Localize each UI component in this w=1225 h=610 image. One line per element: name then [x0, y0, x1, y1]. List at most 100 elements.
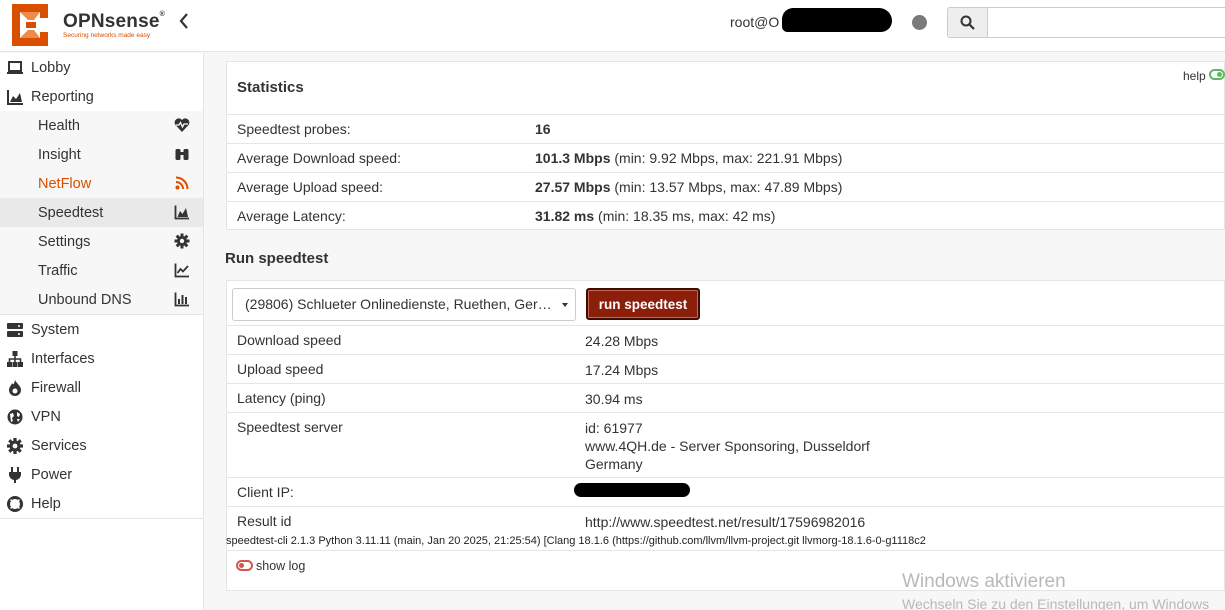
server-select[interactable]: (29806) Schlueter Onlinedienste, Ruethen…: [232, 288, 576, 321]
stats-row: Average Upload speed: 27.57 Mbps (min: 1…: [227, 172, 1225, 201]
search-input[interactable]: [987, 7, 1225, 38]
stats-key: Average Latency:: [237, 208, 346, 224]
sidebar-item-traffic[interactable]: Traffic: [0, 256, 203, 285]
stats-row: Average Latency: 31.82 ms (min: 18.35 ms…: [227, 201, 1225, 230]
stats-key: Average Download speed:: [237, 150, 401, 166]
help-toggle[interactable]: [1209, 69, 1225, 80]
fire-icon: [9, 380, 21, 396]
user-menu[interactable]: root@O: [730, 14, 779, 30]
result-key: Result id: [237, 513, 292, 529]
sidebar-item-label: Speedtest: [38, 204, 104, 221]
sidebar-item-speedtest[interactable]: Speedtest: [0, 198, 203, 227]
opnsense-logo[interactable]: [6, 2, 54, 48]
result-row: Upload speed 17.24 Mbps: [227, 354, 1225, 383]
show-log-toggle[interactable]: [236, 560, 253, 571]
cogs-icon: [7, 438, 23, 454]
sidebar-item-label: Power: [31, 466, 73, 483]
result-row: Result id http://www.speedtest.net/resul…: [227, 506, 1225, 535]
globe-icon: [7, 409, 23, 425]
redaction-mark: [574, 483, 690, 497]
sidebar-collapse-button[interactable]: [178, 12, 190, 36]
sidebar-item-label: Insight: [38, 146, 81, 163]
stats-key: Speedtest probes:: [237, 121, 351, 137]
result-key: Speedtest server: [237, 419, 343, 435]
result-value: 17.24 Mbps: [585, 362, 659, 378]
area-chart-icon: [7, 90, 23, 105]
result-value: 30.94 ms: [585, 391, 643, 407]
chevron-left-icon: [179, 13, 188, 29]
sidebar-item-help[interactable]: Help: [0, 489, 203, 518]
line-chart-icon: [174, 263, 189, 278]
result-link[interactable]: http://www.speedtest.net/result/17596982…: [585, 513, 865, 531]
sidebar-item-netflow[interactable]: NetFlow: [0, 169, 203, 198]
sidebar-item-vpn[interactable]: VPN: [0, 402, 203, 431]
windows-watermark-text: Wechseln Sie zu den Einstellungen, um Wi…: [902, 596, 1210, 610]
plug-icon: [9, 467, 21, 483]
sidebar-item-system[interactable]: System: [0, 315, 203, 344]
life-ring-icon: [7, 496, 23, 512]
gear-icon: [174, 233, 190, 249]
sidebar-item-label: System: [31, 321, 80, 338]
sidebar-item-interfaces[interactable]: Interfaces: [0, 344, 203, 373]
result-key: Download speed: [237, 332, 342, 348]
result-key: Latency (ping): [237, 390, 326, 406]
stats-value: 27.57 Mbps (min: 13.57 Mbps, max: 47.89 …: [535, 179, 843, 195]
sidebar-item-label: Lobby: [31, 59, 71, 76]
brand-name: OPNsense®: [63, 11, 166, 32]
sidebar-item-label: Interfaces: [31, 350, 95, 367]
statistics-title: Statistics: [237, 79, 304, 96]
sidebar-divider: [0, 518, 204, 519]
log-row: show log: [226, 550, 1225, 580]
sidebar-item-label: VPN: [31, 408, 61, 425]
result-row: Speedtest server id: 61977 www.4QH.de - …: [227, 412, 1225, 477]
help-label: help: [1183, 69, 1206, 83]
sidebar-item-services[interactable]: Services: [0, 431, 203, 460]
sidebar-item-label: NetFlow: [38, 175, 92, 192]
brand-tagline: Securing networks made easy: [63, 32, 151, 39]
stats-value: 31.82 ms (min: 18.35 ms, max: 42 ms): [535, 208, 776, 224]
result-key: Client IP:: [237, 484, 294, 500]
sidebar-item-unbound-dns[interactable]: Unbound DNS: [0, 285, 203, 314]
result-row: Latency (ping) 30.94 ms: [227, 383, 1225, 412]
server-country: Germany: [585, 456, 643, 472]
bar-chart-icon: [174, 292, 189, 307]
heartbeat-icon: [174, 118, 190, 132]
sidebar-item-label: Help: [31, 495, 61, 512]
sidebar-item-label: Health: [38, 117, 80, 134]
status-indicator[interactable]: [912, 15, 927, 30]
sidebar-item-power[interactable]: Power: [0, 460, 203, 489]
server-id: id: 61977: [585, 420, 643, 436]
sitemap-icon: [7, 351, 23, 367]
sidebar-item-label: Firewall: [31, 379, 81, 396]
sidebar-item-lobby[interactable]: Lobby: [0, 53, 203, 82]
result-row: Download speed 24.28 Mbps: [227, 325, 1225, 354]
server-select-value: (29806) Schlueter Onlinedienste, Ruethen…: [245, 296, 552, 312]
area-chart-icon: [174, 205, 189, 220]
sidebar-item-firewall[interactable]: Firewall: [0, 373, 203, 402]
laptop-icon: [7, 61, 23, 74]
stats-key: Average Upload speed:: [237, 179, 384, 195]
windows-watermark-title: Windows aktivieren: [902, 571, 1066, 592]
sidebar-item-settings[interactable]: Settings: [0, 227, 203, 256]
search-button[interactable]: [947, 7, 988, 38]
result-row: Client IP:: [227, 477, 1225, 506]
sidebar-item-insight[interactable]: Insight: [0, 140, 203, 169]
run-speedtest-title: Run speedtest: [225, 250, 329, 267]
show-log-label: show log: [256, 559, 306, 573]
run-speedtest-button[interactable]: run speedtest: [586, 288, 700, 320]
sidebar-item-reporting[interactable]: Reporting: [0, 82, 203, 111]
statistics-panel: Statistics Speedtest probes: 16 Average …: [226, 61, 1225, 230]
stats-row: Speedtest probes: 16: [227, 114, 1225, 143]
server-icon: [7, 323, 23, 337]
top-bar: OPNsense® Securing networks made easy ro…: [0, 0, 1225, 52]
sidebar-item-label: Services: [31, 437, 87, 454]
sidebar-item-health[interactable]: Health: [0, 111, 203, 140]
sidebar: Lobby Reporting Health Insight NetFlow S…: [0, 53, 204, 610]
result-value: id: 61977 www.4QH.de - Server Sponsoring…: [585, 419, 870, 473]
sidebar-item-label: Unbound DNS: [38, 291, 132, 308]
redaction-mark: [782, 8, 892, 32]
search-icon: [960, 15, 975, 30]
sidebar-item-label: Settings: [38, 233, 91, 250]
stats-value: 101.3 Mbps (min: 9.92 Mbps, max: 221.91 …: [535, 150, 843, 166]
sidebar-item-label: Traffic: [38, 262, 78, 279]
